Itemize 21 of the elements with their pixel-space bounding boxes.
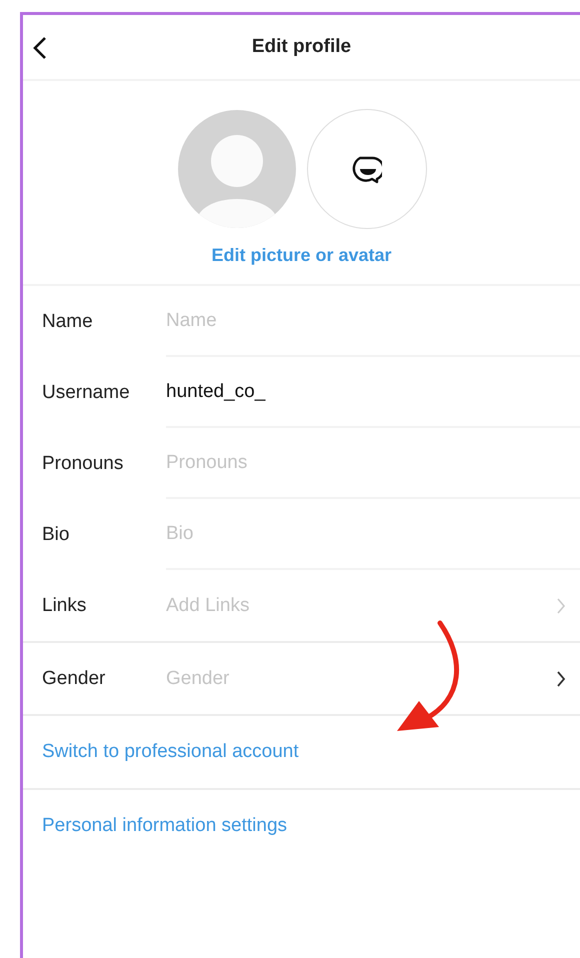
- field-label: Pronouns: [41, 452, 124, 474]
- input-field[interactable]: Bio: [166, 518, 566, 548]
- avatar-button[interactable]: [306, 109, 426, 229]
- input-field[interactable]: Pronouns: [166, 448, 566, 478]
- input-field[interactable]: hunted_co_: [166, 376, 566, 406]
- back-icon[interactable]: [33, 36, 47, 60]
- field-label: Gender: [41, 668, 106, 690]
- edit-picture-link[interactable]: Edit picture or avatar: [211, 245, 392, 266]
- input-field[interactable]: Gender: [166, 664, 548, 694]
- settings-link[interactable]: Switch to professional account: [42, 741, 299, 763]
- chevron-icon[interactable]: [556, 670, 566, 688]
- page-title: Edit profile: [252, 36, 352, 58]
- input-field[interactable]: Name: [166, 306, 566, 336]
- field-label: Username: [41, 382, 131, 404]
- settings-link[interactable]: Personal information settings: [42, 815, 288, 837]
- profile-picture-placeholder-icon[interactable]: [176, 109, 296, 229]
- input-field[interactable]: Add Links: [166, 590, 548, 620]
- field-label: Name: [41, 310, 94, 332]
- field-label: Links: [41, 594, 88, 616]
- avatar-face-icon: [352, 154, 382, 184]
- field-label: Bio: [41, 524, 70, 546]
